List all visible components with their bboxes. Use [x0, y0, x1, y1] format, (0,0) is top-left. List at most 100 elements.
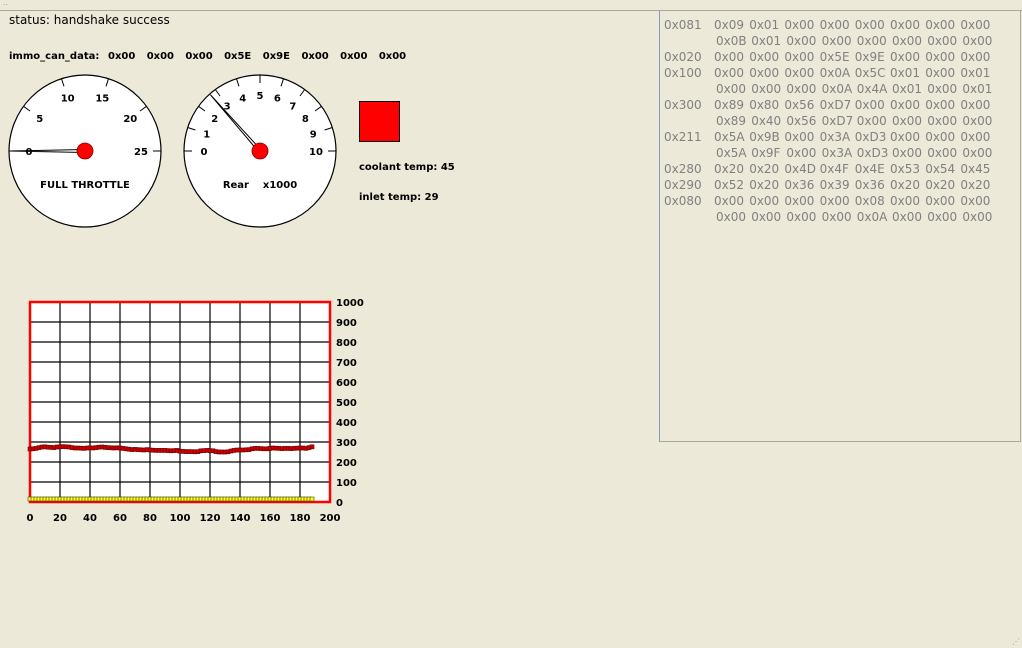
- x-tick-label: 160: [260, 513, 281, 524]
- can-byte: 0x3A: [819, 130, 851, 144]
- can-byte: 0x5E: [819, 50, 850, 64]
- can-byte: 0x00: [821, 34, 852, 48]
- can-byte: 0x00: [960, 98, 991, 112]
- x-tick-label: 200: [320, 513, 341, 524]
- can-byte: 0x00: [784, 130, 815, 144]
- can-byte: 0x00: [925, 194, 956, 208]
- can-byte: 0x00: [714, 50, 745, 64]
- can-byte: 0x00: [890, 98, 921, 112]
- can-byte: 0x00: [786, 34, 817, 48]
- gauge-tick-label: 2: [211, 114, 218, 125]
- x-tick-label: 0: [27, 513, 34, 524]
- warning-indicator: [359, 101, 400, 142]
- x-tick-label: 120: [200, 513, 221, 524]
- x-tick-label: 60: [113, 513, 127, 524]
- can-byte: 0x00: [784, 194, 815, 208]
- y-tick-label: 200: [336, 458, 357, 469]
- can-byte: 0x0B: [716, 34, 747, 48]
- can-byte: 0x39: [819, 178, 850, 192]
- x-tick-label: 180: [290, 513, 311, 524]
- can-byte: 0x00: [890, 194, 921, 208]
- can-data-panel[interactable]: 0x081 0x09 0x01 0x00 0x00 0x00 0x00 0x00 0x00 0x0…: [659, 10, 1021, 442]
- can-byte: 0x20: [890, 178, 921, 192]
- can-byte: 0x00: [962, 34, 993, 48]
- can-byte: 0x4F: [819, 162, 849, 176]
- can-id: 0x290: [664, 178, 702, 192]
- can-byte: 0x00: [784, 50, 815, 64]
- y-tick-label: 0: [336, 498, 343, 509]
- can-byte: 0x00: [749, 66, 780, 80]
- can-byte: 0x45: [960, 162, 991, 176]
- gauge-tick-label: 10: [309, 147, 323, 158]
- gauge-tick-label: 10: [61, 94, 75, 105]
- can-byte: 0x20: [749, 162, 780, 176]
- can-byte: 0x01: [962, 82, 993, 96]
- can-byte: 0x20: [925, 178, 956, 192]
- can-byte: 0x36: [784, 178, 815, 192]
- can-byte: 0x89: [714, 98, 745, 112]
- gauges: 0510 152025FULL THROTTLE01234 5 678910Rear …: [8, 74, 337, 228]
- can-byte: 0x00: [925, 130, 956, 144]
- y-tick-label: 800: [336, 338, 357, 349]
- can-byte: 0x00: [892, 146, 923, 160]
- can-byte: 0x00: [890, 50, 921, 64]
- x-tick-label: 80: [143, 513, 157, 524]
- x-tick-label: 100: [170, 513, 191, 524]
- can-byte: 0x53: [890, 162, 921, 176]
- can-byte: 0x00: [927, 210, 958, 224]
- can-byte: 0x00: [892, 114, 923, 128]
- can-byte: 0x00: [927, 82, 958, 96]
- resize-grip-icon[interactable]: ⋰: [1012, 637, 1020, 646]
- gauge-hub: [251, 142, 269, 160]
- can-id: 0x211: [664, 130, 702, 144]
- can-byte: 0x00: [960, 130, 991, 144]
- can-byte: 0x4E: [854, 162, 885, 176]
- can-byte: 0x56: [786, 114, 817, 128]
- can-byte: 0x00: [716, 210, 747, 224]
- gauge-tick-label: 6: [274, 94, 281, 105]
- can-byte: 0x0A: [856, 210, 888, 224]
- gauge-tick-label: 25: [134, 147, 148, 158]
- can-byte: 0xD3: [854, 130, 887, 144]
- can-byte: 0x0A: [821, 82, 853, 96]
- y-tick-label: 700: [336, 358, 357, 369]
- can-byte: 0x9B: [749, 130, 780, 144]
- can-byte: 0x00: [927, 146, 958, 160]
- gauge-tick-label: 1: [203, 130, 210, 141]
- immo-byte: 0x00: [340, 51, 368, 62]
- can-id: 0x300: [664, 98, 702, 112]
- coolant-temp: coolant temp: 45: [359, 162, 455, 173]
- can-byte: 0x08: [854, 194, 885, 208]
- can-byte: 0x00: [925, 50, 956, 64]
- can-byte: 0x00: [960, 18, 991, 32]
- can-id: 0x020: [664, 50, 702, 64]
- can-byte: 0xD7: [821, 114, 854, 128]
- can-byte: 0x5C: [854, 66, 886, 80]
- can-byte: 0x9E: [854, 50, 885, 64]
- can-byte: 0x40: [751, 114, 782, 128]
- can-byte: 0x00: [854, 98, 885, 112]
- gauge-tick-label: 15: [95, 94, 109, 105]
- y-tick-label: 100: [336, 478, 357, 489]
- gauge-tick-label: 5: [36, 114, 43, 125]
- can-id: 0x080: [664, 194, 702, 208]
- can-byte: 0x00: [786, 82, 817, 96]
- can-byte: 0xD7: [819, 98, 852, 112]
- can-byte: 0x00: [960, 50, 991, 64]
- x-tick-label: 20: [53, 513, 67, 524]
- can-byte: 0x00: [962, 210, 993, 224]
- y-tick-label: 600: [336, 378, 357, 389]
- gauge-tick-label: 4: [239, 94, 246, 105]
- gauge-tick-label: 5: [257, 91, 264, 102]
- can-byte: 0x00: [714, 194, 745, 208]
- gauge-label: FULL THROTTLE: [40, 180, 130, 191]
- y-tick-label: 500: [336, 398, 357, 409]
- can-byte: 0x00: [749, 50, 780, 64]
- can-byte: 0x00: [890, 130, 921, 144]
- immo-byte: 0x00: [378, 51, 407, 62]
- can-byte: 0x00: [784, 18, 815, 32]
- can-byte: 0x5A: [714, 130, 745, 144]
- can-byte: 0x00: [819, 194, 850, 208]
- gauge-label: Rear x1000: [223, 180, 297, 191]
- can-byte: 0x00: [854, 18, 885, 32]
